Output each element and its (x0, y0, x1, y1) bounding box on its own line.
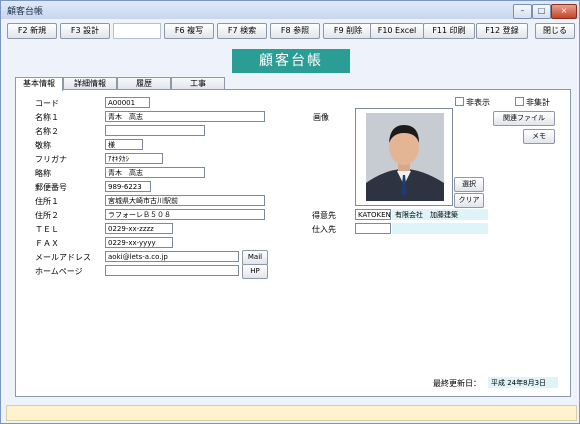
hidden-checkbox[interactable] (455, 97, 464, 106)
nototal-checkbox[interactable] (515, 97, 524, 106)
supplier-label: 仕入先 (312, 225, 336, 234)
basic-info-panel (15, 89, 571, 397)
short-name-label: 略称 (35, 169, 51, 178)
honorific-label: 敬称 (35, 141, 51, 150)
customer-code-field[interactable]: KATOKENT (355, 209, 391, 220)
honorific-field[interactable]: 様 (105, 139, 143, 150)
zip-label: 郵便番号 (35, 183, 67, 192)
close-button[interactable]: 閉じる (535, 23, 575, 39)
design-button[interactable]: F3 設計 (60, 23, 110, 39)
homepage-label: ホームページ (35, 267, 83, 276)
customer-label: 得意先 (312, 211, 336, 220)
clear-image-button[interactable]: クリア (454, 193, 484, 208)
register-button[interactable]: F12 登録 (476, 23, 528, 39)
code-label: コード (35, 99, 59, 108)
related-files-button[interactable]: 関連ファイル (493, 111, 555, 126)
mail-button[interactable]: Mail (242, 250, 268, 265)
short-name-field[interactable]: 青木 高志 (105, 167, 205, 178)
close-window-button[interactable]: × (551, 4, 577, 19)
search-button[interactable]: F7 検索 (217, 23, 267, 39)
tel-label: ＴＥＬ (35, 225, 59, 234)
minimize-button[interactable]: – (513, 4, 532, 19)
portrait-image (356, 109, 452, 205)
delete-button[interactable]: F9 削除 (323, 23, 373, 39)
name2-label: 名称２ (35, 127, 59, 136)
homepage-field[interactable] (105, 265, 239, 276)
furigana-label: フリガナ (35, 155, 67, 164)
mail-label: メールアドレス (35, 253, 91, 262)
address1-label: 住所１ (35, 197, 59, 206)
excel-button[interactable]: F10 Excel (370, 23, 424, 39)
blank-key-slot (113, 23, 161, 39)
customer-name-field: 有限会社 加藤建築 (392, 209, 488, 220)
tel-field[interactable]: 0229-xx-zzzz (105, 223, 173, 234)
hidden-label: 非表示 (466, 98, 490, 107)
address2-field[interactable]: ラフォーレＢ５０８ (105, 209, 265, 220)
address2-label: 住所２ (35, 211, 59, 220)
code-field[interactable]: A00001 (105, 97, 150, 108)
name1-label: 名称１ (35, 113, 59, 122)
image-label: 画像 (313, 113, 329, 122)
name1-field[interactable]: 青木 高志 (105, 111, 265, 122)
supplier-name-field (392, 223, 488, 234)
last-updated-value: 平成 24年8月3日 (488, 377, 558, 388)
email-field[interactable]: aoki@lets-a.co.jp (105, 251, 239, 262)
window-title: 顧客台帳 (7, 7, 44, 17)
tab-basic-info[interactable]: 基本情報 (15, 77, 63, 91)
nototal-label: 非集計 (526, 98, 550, 107)
customer-photo (355, 108, 453, 206)
fax-field[interactable]: 0229-xx-yyyy (105, 237, 173, 248)
address1-field[interactable]: 宮城県大崎市古川駅前 (105, 195, 265, 206)
last-updated-label: 最終更新日： (433, 379, 481, 388)
name2-field[interactable] (105, 125, 205, 136)
page-banner: 顧客台帳 (232, 49, 350, 73)
print-button[interactable]: F11 印刷 (423, 23, 475, 39)
app-window: 顧客台帳 – □ × F2 新規 F3 設計 F6 複写 F7 検索 F8 参照… (0, 0, 580, 424)
title-bar: 顧客台帳 – □ × (1, 1, 579, 19)
reference-button[interactable]: F8 参照 (270, 23, 320, 39)
memo-button[interactable]: メモ (523, 129, 555, 144)
homepage-button[interactable]: HP (242, 264, 268, 279)
select-image-button[interactable]: 選択 (454, 177, 484, 192)
new-button[interactable]: F2 新規 (7, 23, 57, 39)
maximize-button[interactable]: □ (532, 4, 551, 19)
furigana-field[interactable]: ｱｵｷﾀｶｼ (105, 153, 163, 164)
fax-label: ＦＡＸ (35, 239, 59, 248)
copy-button[interactable]: F6 複写 (164, 23, 214, 39)
status-bar (6, 405, 577, 421)
zip-field[interactable]: 989-6223 (105, 181, 151, 192)
supplier-code-field[interactable] (355, 223, 391, 234)
